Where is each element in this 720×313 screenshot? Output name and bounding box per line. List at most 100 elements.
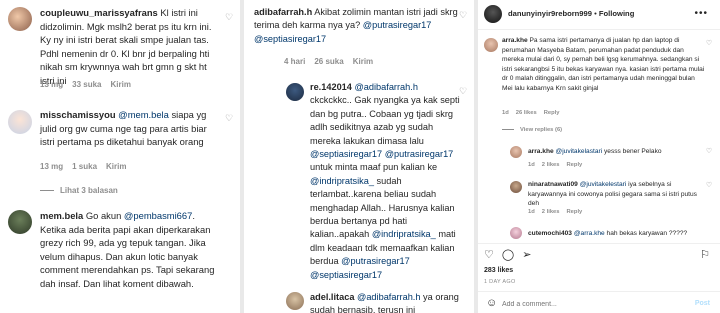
- add-comment-input[interactable]: [502, 299, 672, 310]
- heart-icon[interactable]: ♡: [704, 39, 714, 49]
- comment-mention[interactable]: @adibafarrah.h: [354, 82, 417, 92]
- post-author-username[interactable]: danunyinyir9reborn999: [508, 9, 592, 18]
- comment-username[interactable]: arra.khe: [502, 37, 528, 44]
- comment-meta: 1d 2 likes Reply: [528, 162, 582, 168]
- share-icon[interactable]: ➢: [522, 248, 531, 261]
- post-comments-panel: danunyinyir9reborn999 • Following ••• ar…: [478, 0, 720, 313]
- reply-button[interactable]: Kirim: [353, 57, 373, 66]
- more-options-icon[interactable]: •••: [694, 8, 708, 19]
- comment-mention[interactable]: @arra.khe: [574, 230, 605, 237]
- comment-text: yesss bener Pelako: [602, 148, 662, 155]
- comment-mention[interactable]: @septiasiregar17: [310, 270, 382, 280]
- comment-username[interactable]: coupleuwu_marissyafrans: [40, 7, 158, 18]
- divider: [478, 243, 720, 244]
- comment-body: adel.litaca @adibafarrah.h ya orang suda…: [310, 291, 460, 313]
- heart-icon[interactable]: ♡: [224, 12, 234, 22]
- comment-body: cutemochi403 @arra.khe hah bekas karyawa…: [528, 229, 706, 239]
- comment-mention[interactable]: @pembasmi667: [124, 210, 192, 221]
- comment-meta: 1d 26 likes Reply: [502, 110, 560, 116]
- comment-body: ninaratnawati09 @juvitakelestari iya seb…: [528, 180, 706, 209]
- comment-time: 13 mg: [40, 162, 64, 171]
- comment-username[interactable]: adibafarrah.h: [254, 7, 312, 17]
- like-count[interactable]: 26 likes: [516, 110, 537, 116]
- comment-time: 13 mg: [40, 80, 64, 89]
- heart-icon[interactable]: ♡: [704, 181, 714, 191]
- comment-body: mem.bela Go akun @pembasmi667. Ketika ad…: [40, 209, 222, 291]
- comment-text: ckckckkc.. Gak nyangka ya kak septi dan …: [310, 95, 460, 146]
- like-count[interactable]: 2 likes: [542, 162, 560, 168]
- comment-body: adibafarrah.h Akibat zolimin mantan istr…: [254, 6, 458, 46]
- comment-mention[interactable]: @adibafarrah.h: [357, 292, 420, 302]
- comment-meta: 13 mg 1 suka Kirim: [40, 162, 126, 171]
- reply-button[interactable]: Reply: [567, 162, 583, 168]
- following-button[interactable]: Following: [599, 9, 634, 18]
- comment-mention[interactable]: @indripratsika_: [372, 229, 436, 239]
- comment-body: coupleuwu_marissyafrans Kl istri ini did…: [40, 6, 222, 88]
- avatar[interactable]: [484, 38, 498, 52]
- post-likes-count[interactable]: 283 likes: [484, 267, 513, 274]
- comment-username[interactable]: cutemochi403: [528, 230, 572, 237]
- heart-icon[interactable]: ♡: [458, 86, 468, 96]
- comments-panel-middle: adibafarrah.h Akibat zolimin mantan istr…: [244, 0, 474, 313]
- like-count[interactable]: 2 likes: [542, 209, 560, 215]
- avatar[interactable]: [8, 110, 32, 134]
- like-count[interactable]: 33 suka: [72, 80, 101, 89]
- avatar[interactable]: [8, 7, 32, 31]
- comment-mention[interactable]: @indripratsika_: [310, 176, 374, 186]
- comment-username[interactable]: misschamissyou: [40, 109, 116, 120]
- comment-mention[interactable]: @septiasiregar17: [310, 149, 382, 159]
- comment-mention[interactable]: @mem.bela: [118, 109, 169, 120]
- avatar[interactable]: [286, 292, 304, 310]
- comment-text: Kl istri ini didzolimin. Mgk mslh2 berat…: [40, 7, 212, 86]
- post-date: 1 DAY AGO: [484, 279, 516, 285]
- avatar[interactable]: [510, 146, 522, 158]
- comment-meta: 1d 2 likes Reply: [528, 209, 582, 215]
- comment-text: Pa sama istri pertamanya di jualan hp da…: [502, 37, 705, 92]
- comment-body: re.142014 @adibafarrah.h ckckckkc.. Gak …: [310, 81, 460, 282]
- comment-username[interactable]: re.142014: [310, 82, 352, 92]
- view-replies-button[interactable]: View replies (6): [502, 127, 562, 133]
- bookmark-icon[interactable]: ⚐: [700, 248, 710, 261]
- avatar[interactable]: [484, 5, 502, 23]
- comment-username[interactable]: ninaratnawati09: [528, 181, 578, 188]
- comment-text: ya: [420, 292, 433, 302]
- heart-icon[interactable]: ♡: [224, 113, 234, 123]
- comment-text: . Ketika ada berita papi akan diperkarak…: [40, 210, 215, 289]
- comment-text: Go akun: [83, 210, 124, 221]
- comment-mention[interactable]: @putrasiregar17: [385, 149, 454, 159]
- avatar[interactable]: [286, 83, 304, 101]
- post-comment-button[interactable]: Post: [695, 300, 710, 307]
- comment-body: misschamissyou @mem.bela siapa yg julid …: [40, 108, 222, 149]
- comment-time: 1d: [502, 110, 509, 116]
- action-bar: ♡ ◯ ➢: [484, 248, 531, 261]
- comment-username[interactable]: mem.bela: [40, 210, 83, 221]
- comment-meta: 13 mg 33 suka Kirim: [40, 80, 131, 89]
- comment-icon[interactable]: ◯: [502, 248, 514, 261]
- comment-body: arra.khe Pa sama istri pertamanya di jua…: [502, 36, 706, 94]
- comment-mention[interactable]: @putrasiregar17: [341, 256, 410, 266]
- separator-dot: •: [594, 9, 597, 18]
- comment-mention[interactable]: @juvitakelestari: [580, 181, 627, 188]
- reply-button[interactable]: Reply: [567, 209, 583, 215]
- like-icon[interactable]: ♡: [484, 248, 494, 261]
- reply-button[interactable]: Kirim: [106, 162, 126, 171]
- comment-text: hah bekas karyawan ?????: [604, 230, 688, 237]
- reply-button[interactable]: Kirim: [110, 80, 130, 89]
- reply-button[interactable]: Reply: [544, 110, 560, 116]
- emoji-icon[interactable]: ☺: [486, 297, 497, 309]
- comment-mention[interactable]: @juvitakelastari: [556, 148, 603, 155]
- comment-time: 4 hari: [284, 57, 306, 66]
- view-replies-button[interactable]: Lihat 3 balasan: [40, 186, 118, 195]
- avatar[interactable]: [510, 181, 522, 193]
- heart-icon[interactable]: ♡: [704, 147, 714, 157]
- avatar[interactable]: [510, 227, 522, 239]
- comment-body: arra.khe @juvitakelastari yesss bener Pe…: [528, 147, 706, 157]
- divider: [478, 291, 720, 292]
- like-count[interactable]: 26 suka: [314, 57, 343, 66]
- like-count[interactable]: 1 suka: [72, 162, 97, 171]
- avatar[interactable]: [8, 210, 32, 234]
- comment-username[interactable]: adel.litaca: [310, 292, 354, 302]
- heart-icon[interactable]: ♡: [458, 10, 468, 20]
- comment-meta: 4 hari 26 suka Kirim: [284, 57, 373, 66]
- comment-username[interactable]: arra.khe: [528, 148, 554, 155]
